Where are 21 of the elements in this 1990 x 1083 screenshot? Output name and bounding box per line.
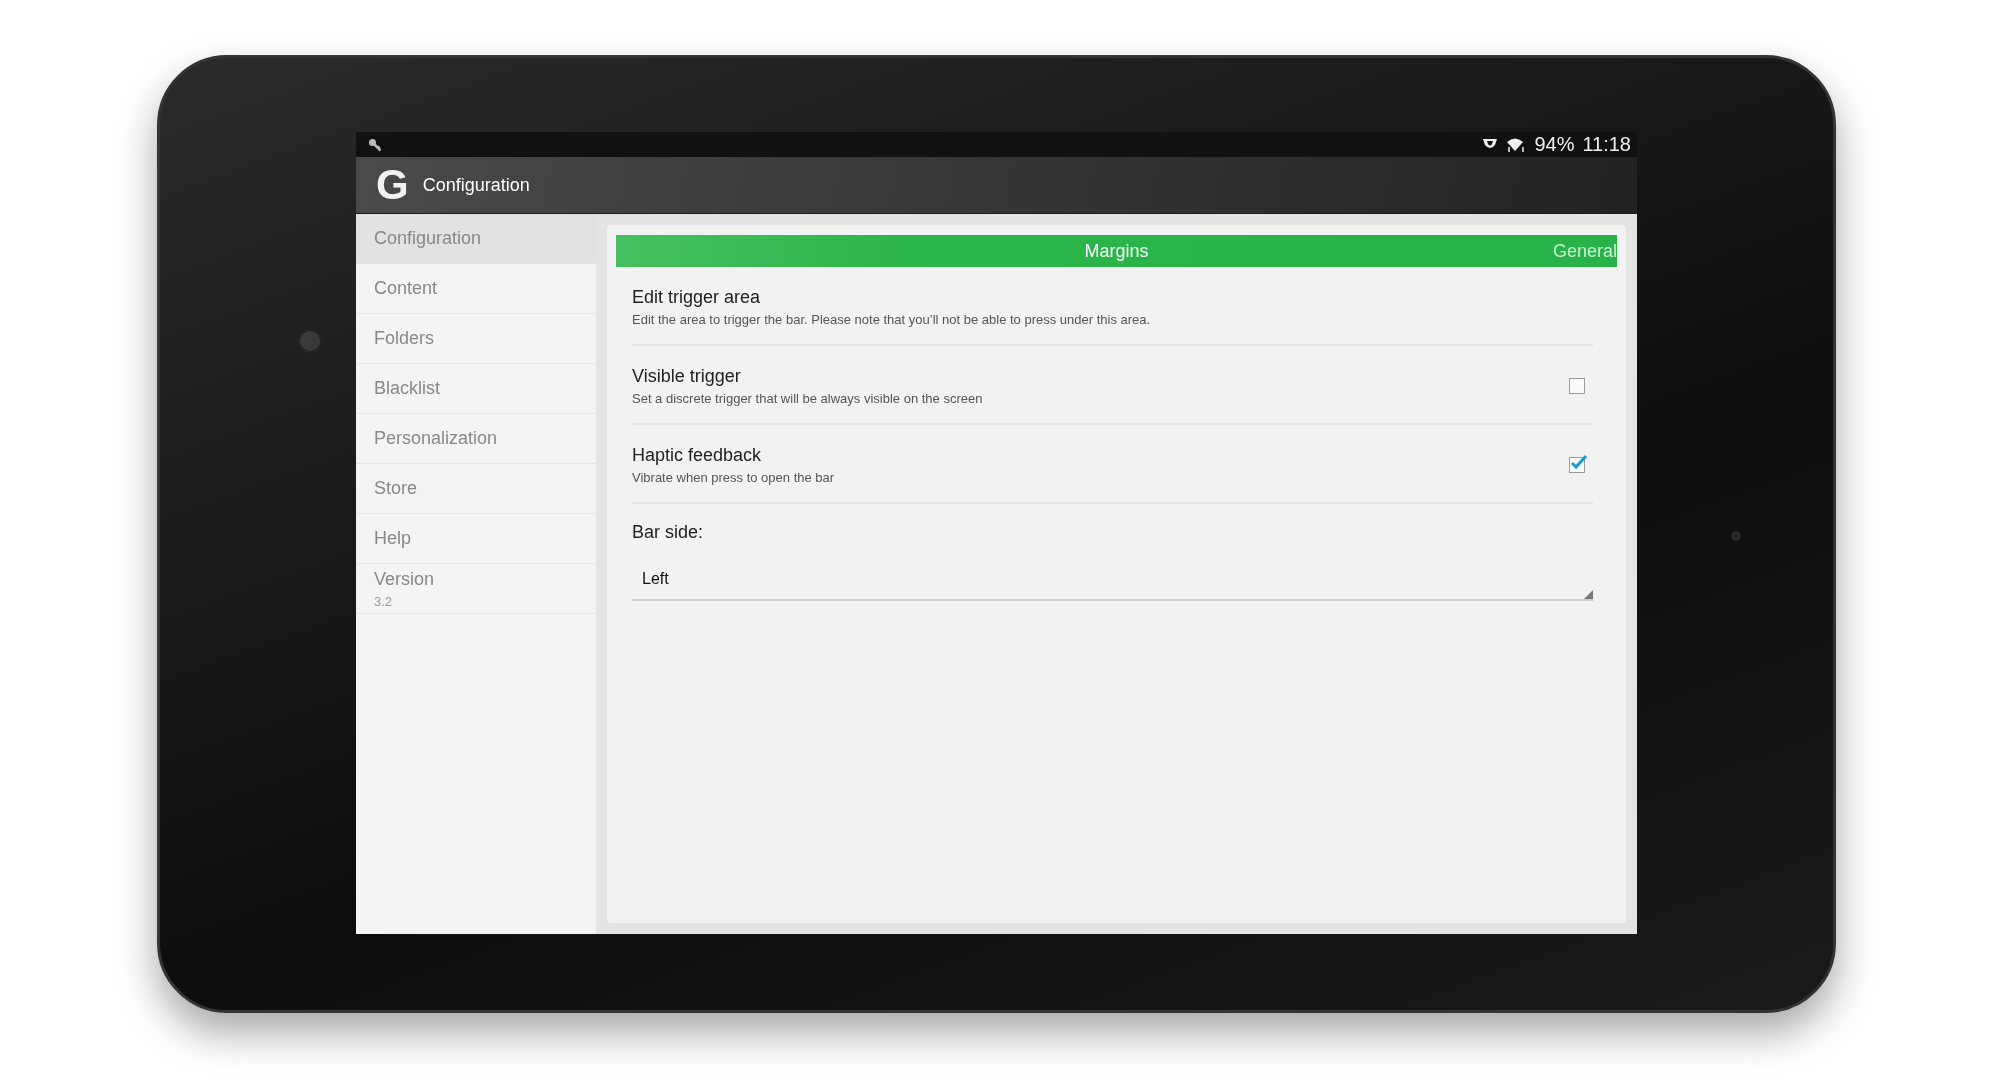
wifi-icon bbox=[1506, 136, 1527, 153]
action-bar-title: Configuration bbox=[422, 174, 530, 196]
setting-title[interactable]: Edit trigger area bbox=[632, 287, 1593, 308]
battery-text: 94% bbox=[1534, 133, 1575, 156]
tab[interactable]: Margins bbox=[1084, 240, 1149, 262]
sensor-dot bbox=[1731, 531, 1741, 541]
key-icon bbox=[368, 137, 382, 152]
dropdown[interactable]: Left bbox=[632, 559, 1593, 601]
setting-title: Bar side: bbox=[632, 521, 705, 543]
setting-summary: Edit the area to trigger the bar. Please note that you’ll not be able to press under this area. bbox=[632, 312, 1152, 327]
dropdown-corner-icon bbox=[1584, 590, 1593, 599]
clock-text: 11:18 bbox=[1582, 133, 1631, 156]
setting-title[interactable]: Haptic feedback bbox=[632, 445, 1569, 466]
setting-title[interactable]: Visible trigger bbox=[632, 366, 1569, 387]
sidebar-item[interactable]: Configuration bbox=[356, 214, 596, 264]
checkbox[interactable] bbox=[1569, 457, 1585, 473]
tab[interactable]: General bbox=[1552, 240, 1617, 262]
setting-summary: Set a discrete trigger that will be always visible on the screen bbox=[632, 391, 984, 406]
checkbox[interactable] bbox=[1569, 378, 1585, 394]
app-logo: G bbox=[376, 161, 409, 209]
setting-summary: Vibrate when press to open the bar bbox=[632, 470, 836, 485]
